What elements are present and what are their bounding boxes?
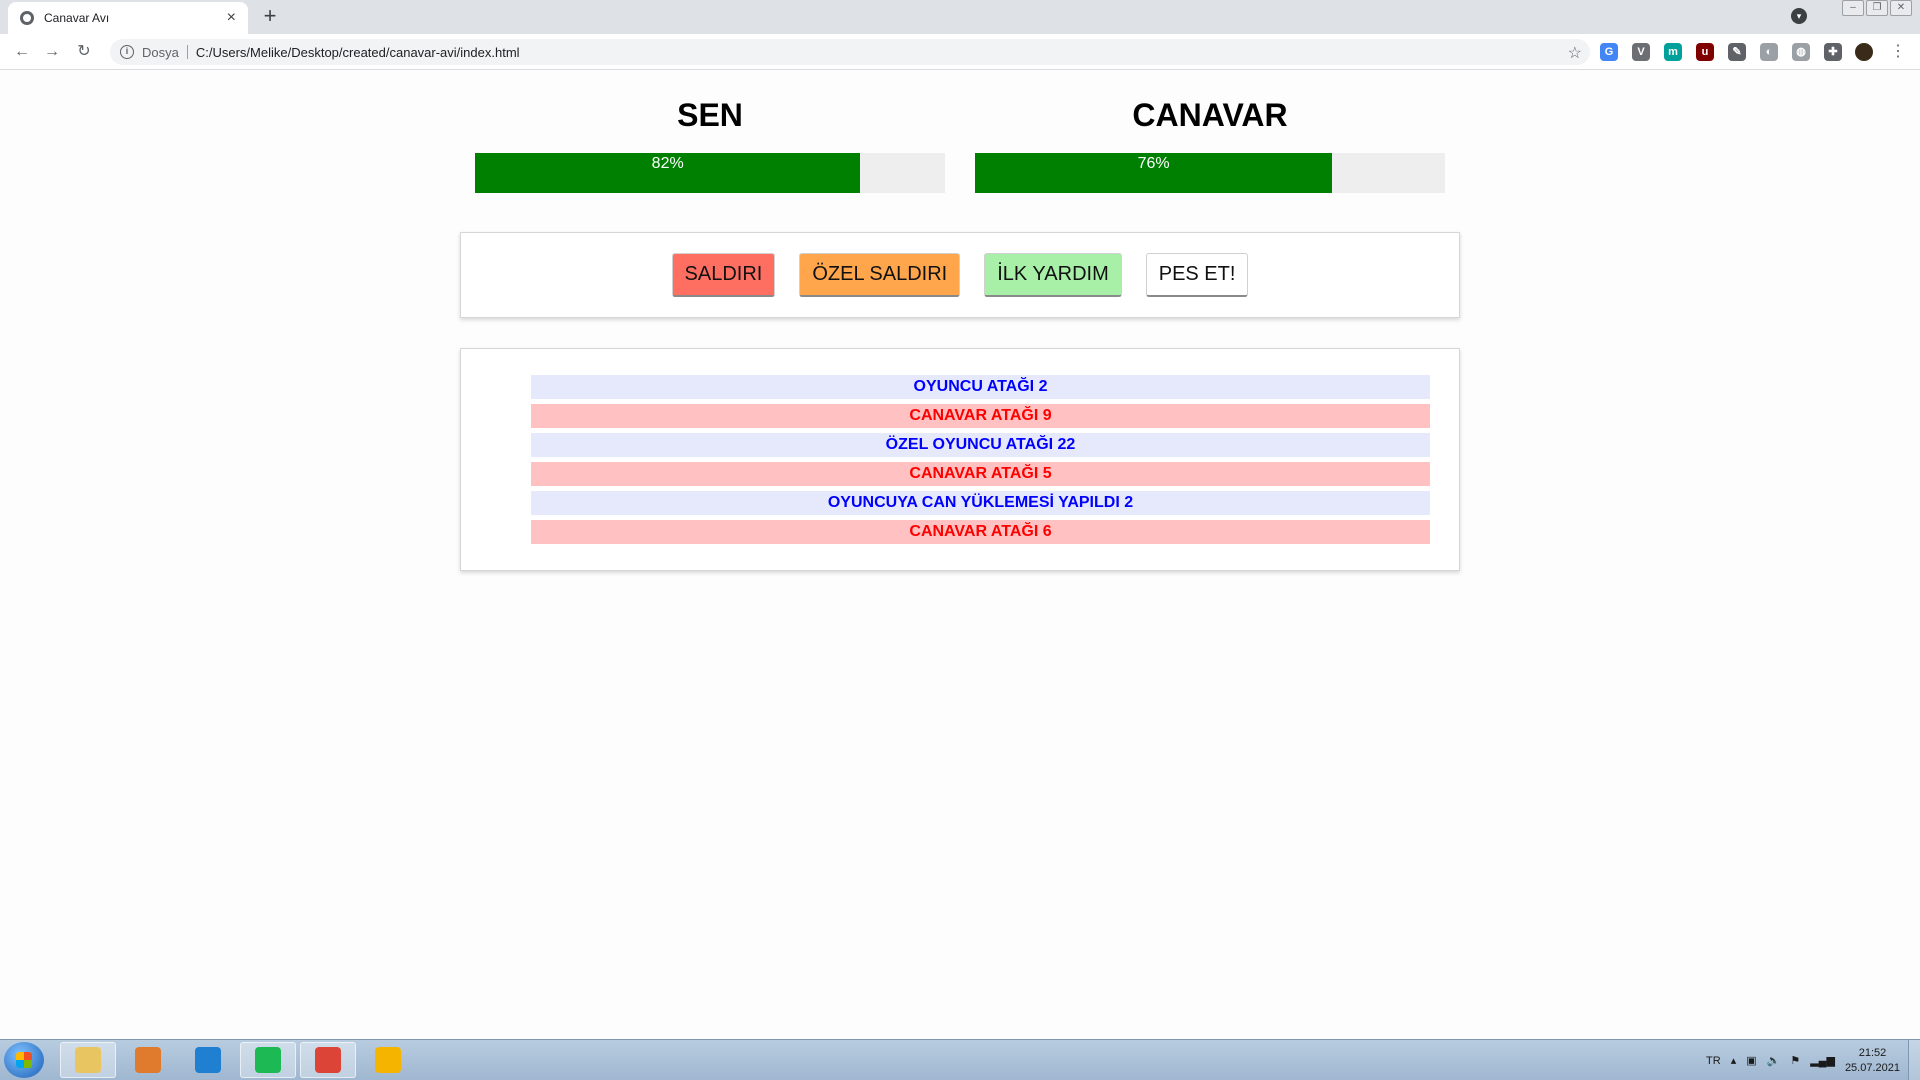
flag-icon[interactable]: ⚑ [1790, 1054, 1800, 1067]
player-health-fill: 82% [475, 153, 861, 193]
player-panel: SEN 82% [475, 95, 945, 193]
log-entry-monster: CANAVAR ATAĞI 5 [531, 462, 1430, 486]
show-desktop-button[interactable] [1908, 1040, 1920, 1080]
vscode-taskbar-icon [195, 1047, 221, 1073]
give-up-button[interactable]: PES ET! [1145, 253, 1249, 297]
media-player-taskbar-icon [135, 1047, 161, 1073]
back-button[interactable]: ← [12, 42, 32, 62]
clock-time: 21:52 [1858, 1046, 1887, 1059]
minimize-button[interactable]: – [1842, 0, 1864, 16]
tab-search-icon[interactable]: ▾ [1791, 8, 1807, 24]
clock[interactable]: 21:52 25.07.2021 [1845, 1046, 1900, 1076]
address-bar[interactable]: i Dosya C:/Users/Melike/Desktop/created/… [110, 39, 1590, 65]
vue-devtools-extension-icon[interactable]: V [1632, 43, 1650, 61]
tab-strip: Canavar Avı × + ▾ – ❐ ✕ [0, 0, 1920, 34]
close-window-button[interactable]: ✕ [1890, 0, 1912, 16]
attack-button[interactable]: SALDIRI [671, 253, 776, 297]
tab-title: Canavar Avı [44, 11, 110, 25]
scheme-label: Dosya [142, 44, 179, 60]
bookmark-star-icon[interactable]: ☆ [1568, 43, 1582, 63]
network-warning-icon[interactable]: ▣ [1746, 1054, 1756, 1067]
spotify-taskbar-icon [255, 1047, 281, 1073]
reload-button[interactable]: ↻ [74, 42, 94, 62]
monster-title: CANAVAR [1132, 97, 1288, 133]
translate-extension-icon[interactable]: G [1600, 43, 1618, 61]
globe-extension-icon[interactable]: ◍ [1792, 43, 1810, 61]
restore-button[interactable]: ❐ [1866, 0, 1888, 16]
special-attack-button[interactable]: ÖZEL SALDIRI [799, 253, 961, 297]
eyedropper-extension-icon[interactable]: ✎ [1728, 43, 1746, 61]
monster-healthbar: 76% [975, 153, 1445, 193]
log-entry-monster: CANAVAR ATAĞI 6 [531, 520, 1430, 544]
profile-avatar[interactable] [1855, 43, 1873, 61]
tab-canavar-avi[interactable]: Canavar Avı × [8, 2, 248, 34]
info-icon[interactable]: i [120, 45, 134, 59]
battle-log: OYUNCU ATAĞI 2 CANAVAR ATAĞI 9 ÖZEL OYUNCU… [531, 375, 1430, 544]
monster-panel: CANAVAR 76% [975, 95, 1445, 193]
battle-log-panel: OYUNCU ATAĞI 2 CANAVAR ATAĞI 9 ÖZEL OYUNCU… [460, 348, 1460, 571]
taskbar: TR ▴ ▣ 🔈 ⚑ ▂▄▆ 21:52 25.07.2021 [0, 1039, 1920, 1080]
explorer-taskbar-button[interactable] [60, 1042, 116, 1078]
browser-toolbar: ← → ↻ i Dosya C:/Users/Melike/Desktop/cr… [0, 34, 1920, 70]
player-title: SEN [677, 97, 743, 133]
explorer-taskbar-icon [75, 1047, 101, 1073]
globe-icon [20, 11, 34, 25]
log-entry-player: OYUNCUYA CAN YÜKLEMESİ YAPILDI 2 [531, 491, 1430, 515]
window-controls: – ❐ ✕ [1842, 0, 1912, 16]
clock-date: 25.07.2021 [1844, 1061, 1900, 1074]
ublock-extension-icon[interactable]: u [1696, 43, 1714, 61]
monster-health-fill: 76% [975, 153, 1333, 193]
app-taskbar-button[interactable] [360, 1042, 416, 1078]
language-indicator[interactable]: TR [1706, 1055, 1721, 1067]
app-taskbar-icon [375, 1047, 401, 1073]
volume-icon[interactable]: 🔈 [1767, 1054, 1781, 1067]
url-text[interactable]: C:/Users/Melike/Desktop/created/canavar-… [196, 45, 520, 60]
player-healthbar: 82% [475, 153, 945, 193]
page-content: SEN 82% CANAVAR 76% SALDIRI ÖZEL SALDIRI… [0, 71, 1920, 1039]
controls-panel: SALDIRI ÖZEL SALDIRI İLK YARDIM PES ET! [460, 232, 1460, 318]
menu-icon[interactable]: ⋮ [1888, 42, 1908, 62]
puzzle-extensions-icon[interactable]: ✚ [1824, 43, 1842, 61]
close-tab-icon[interactable]: × [227, 9, 236, 27]
log-entry-player: OYUNCU ATAĞI 2 [531, 375, 1430, 399]
vscode-taskbar-button[interactable] [180, 1042, 236, 1078]
address-separator [186, 45, 188, 59]
signal-icon[interactable]: ▂▄▆ [1810, 1054, 1835, 1067]
system-tray: TR ▴ ▣ 🔈 ⚑ ▂▄▆ 21:52 25.07.2021 [1706, 1040, 1900, 1080]
new-tab-button[interactable]: + [258, 4, 282, 28]
extension-icon-grey[interactable]: ◐ [1760, 43, 1778, 61]
chrome-taskbar-icon [315, 1047, 341, 1073]
spotify-taskbar-button[interactable] [240, 1042, 296, 1078]
chrome-taskbar-button[interactable] [300, 1042, 356, 1078]
start-button[interactable] [4, 1042, 44, 1078]
forward-button[interactable]: → [42, 42, 62, 62]
log-entry-player: ÖZEL OYUNCU ATAĞI 22 [531, 433, 1430, 457]
m-extension-icon[interactable]: m [1664, 43, 1682, 61]
heal-button[interactable]: İLK YARDIM [984, 253, 1122, 297]
tray-expand-icon[interactable]: ▴ [1731, 1054, 1737, 1067]
log-entry-monster: CANAVAR ATAĞI 9 [531, 404, 1430, 428]
media-player-taskbar-button[interactable] [120, 1042, 176, 1078]
